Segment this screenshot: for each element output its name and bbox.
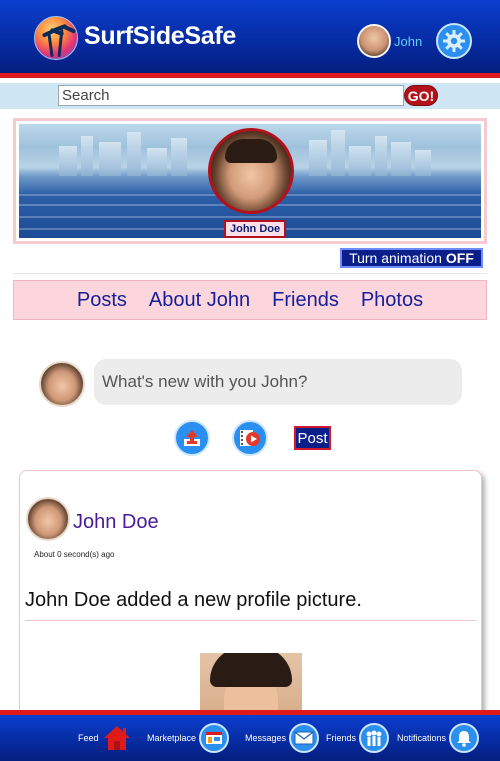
brand-name[interactable]: SurfSideSafe <box>84 22 236 51</box>
animation-button-label: Turn animation <box>349 250 442 266</box>
divider <box>13 273 487 274</box>
upload-icon <box>184 430 200 446</box>
search-bar: GO! <box>0 83 500 109</box>
nav-messages[interactable]: Messages <box>245 723 320 753</box>
nav-marketplace-label: Marketplace <box>147 733 197 743</box>
post-text: John Doe added a new profile picture. <box>25 589 362 611</box>
nav-feed[interactable]: Feed <box>78 723 132 753</box>
composer-avatar <box>39 361 85 407</box>
cover-image: John Doe <box>19 124 481 238</box>
upload-photo-button[interactable] <box>174 420 210 456</box>
nav-friends-label: Friends <box>326 733 357 743</box>
tab-friends[interactable]: Friends <box>272 289 339 312</box>
home-icon <box>103 726 130 750</box>
search-input[interactable] <box>58 85 404 106</box>
upload-video-button[interactable] <box>232 420 268 456</box>
post-author-name[interactable]: John Doe <box>73 511 159 534</box>
toggle-animation-button[interactable]: Turn animation OFF <box>340 248 483 268</box>
nav-messages-label: Messages <box>245 733 287 743</box>
tab-posts[interactable]: Posts <box>77 289 127 312</box>
nav-marketplace[interactable]: Marketplace <box>147 723 230 753</box>
status-input[interactable] <box>94 359 462 405</box>
post-timestamp: About 0 second(s) ago <box>34 550 115 559</box>
search-go-button[interactable]: GO! <box>404 85 438 106</box>
friends-icon <box>359 723 390 753</box>
tab-photos[interactable]: Photos <box>361 289 423 312</box>
bottom-nav: Feed Marketplace Messages Friends Notifi… <box>0 710 500 761</box>
user-avatar[interactable] <box>357 24 391 58</box>
post-author-avatar[interactable] <box>26 497 70 541</box>
logo-icon[interactable] <box>34 16 78 60</box>
tab-about[interactable]: About John <box>149 289 250 312</box>
cover-frame: John Doe <box>13 118 487 244</box>
gear-icon <box>443 30 465 52</box>
top-header: SurfSideSafe John <box>0 0 500 78</box>
marketplace-icon <box>199 723 230 753</box>
video-icon <box>240 430 260 446</box>
profile-picture[interactable] <box>208 128 294 214</box>
bell-icon <box>449 723 480 753</box>
nav-notifications[interactable]: Notifications <box>397 723 480 753</box>
profile-name-tag: John Doe <box>224 220 287 238</box>
post-divider <box>25 620 476 621</box>
mail-icon <box>289 723 320 753</box>
nav-friends[interactable]: Friends <box>326 723 390 753</box>
user-name-link[interactable]: John <box>394 34 422 49</box>
animation-state: OFF <box>445 250 474 266</box>
post-button[interactable]: Post <box>294 426 331 450</box>
settings-button[interactable] <box>436 23 472 59</box>
profile-tabs: Posts About John Friends Photos <box>13 280 487 320</box>
nav-notifications-label: Notifications <box>397 733 447 743</box>
nav-feed-label: Feed <box>78 733 99 743</box>
